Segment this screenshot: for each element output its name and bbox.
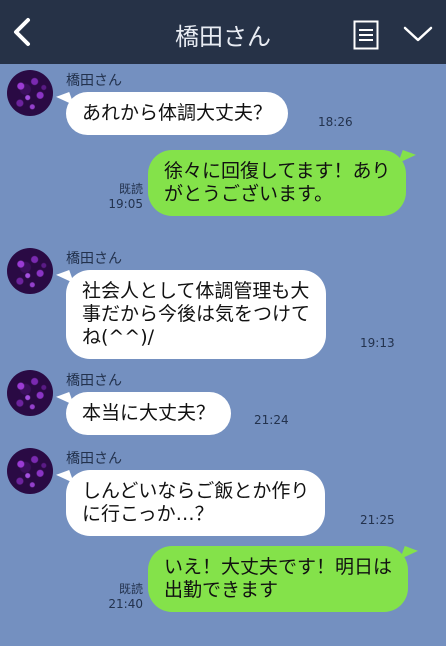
message-line: ね(^^)/ — [82, 326, 155, 348]
sender-name: 橋田さん — [66, 373, 122, 389]
incoming-message-bubble[interactable]: あれから体調大丈夫？ — [66, 92, 289, 135]
message-line: 事だから今後は気をつけて — [82, 303, 311, 325]
chat-title: 橋田さん — [175, 23, 271, 51]
avatar[interactable] — [7, 448, 53, 494]
message-line: あれから体調大丈夫？ — [82, 102, 273, 124]
message-list[interactable]: 橋田さん あれから体調大丈夫？ 18:26 徐々に回復してます！あり がとうござ… — [0, 64, 446, 646]
read-receipt: 既読 — [118, 582, 143, 596]
message-line: 出勤できます — [164, 579, 279, 601]
message-time: 19:13 — [360, 336, 395, 350]
read-receipt: 既読 — [118, 182, 143, 196]
sender-name: 橋田さん — [66, 451, 122, 467]
message-time: 21:25 — [360, 513, 395, 527]
message-time: 18:26 — [318, 115, 353, 129]
incoming-message-bubble[interactable]: 本当に大丈夫？ — [66, 392, 232, 435]
message-time: 21:40 — [108, 597, 143, 611]
message-line: 徐々に回復してます！あり — [164, 160, 391, 182]
message-time: 21:24 — [254, 413, 289, 427]
notes-button[interactable] — [353, 20, 379, 50]
message-line: しんどいならご飯とか作り — [82, 480, 310, 502]
sender-name: 橋田さん — [66, 73, 122, 89]
outgoing-message-bubble[interactable]: 徐々に回復してます！あり がとうございます。 — [148, 150, 407, 216]
menu-toggle-button[interactable] — [402, 24, 434, 44]
message-line: に行こっか…？ — [82, 503, 214, 525]
sender-name: 橋田さん — [66, 251, 122, 267]
outgoing-message-bubble[interactable]: いえ！大丈夫です！明日は 出勤できます — [148, 546, 409, 612]
avatar[interactable] — [7, 248, 53, 294]
chat-header: 橋田さん — [0, 0, 446, 64]
avatar[interactable] — [7, 370, 53, 416]
incoming-message-bubble[interactable]: 社会人として体調管理も大 事だから今後は気をつけて ね(^^)/ — [66, 270, 327, 359]
message-meta: 既読 19:05 — [103, 182, 143, 212]
message-meta: 既読 21:40 — [103, 582, 143, 612]
avatar[interactable] — [7, 70, 53, 116]
message-time: 19:05 — [108, 197, 143, 211]
notes-icon — [353, 20, 379, 50]
incoming-message-bubble[interactable]: しんどいならご飯とか作り に行こっか…？ — [66, 470, 326, 536]
chevron-down-icon — [403, 26, 433, 42]
message-line: がとうございます。 — [164, 183, 334, 205]
message-line: 本当に大丈夫？ — [82, 402, 216, 424]
message-line: 社会人として体調管理も大 — [82, 280, 310, 302]
message-line: いえ！大丈夫です！明日は — [164, 556, 393, 578]
